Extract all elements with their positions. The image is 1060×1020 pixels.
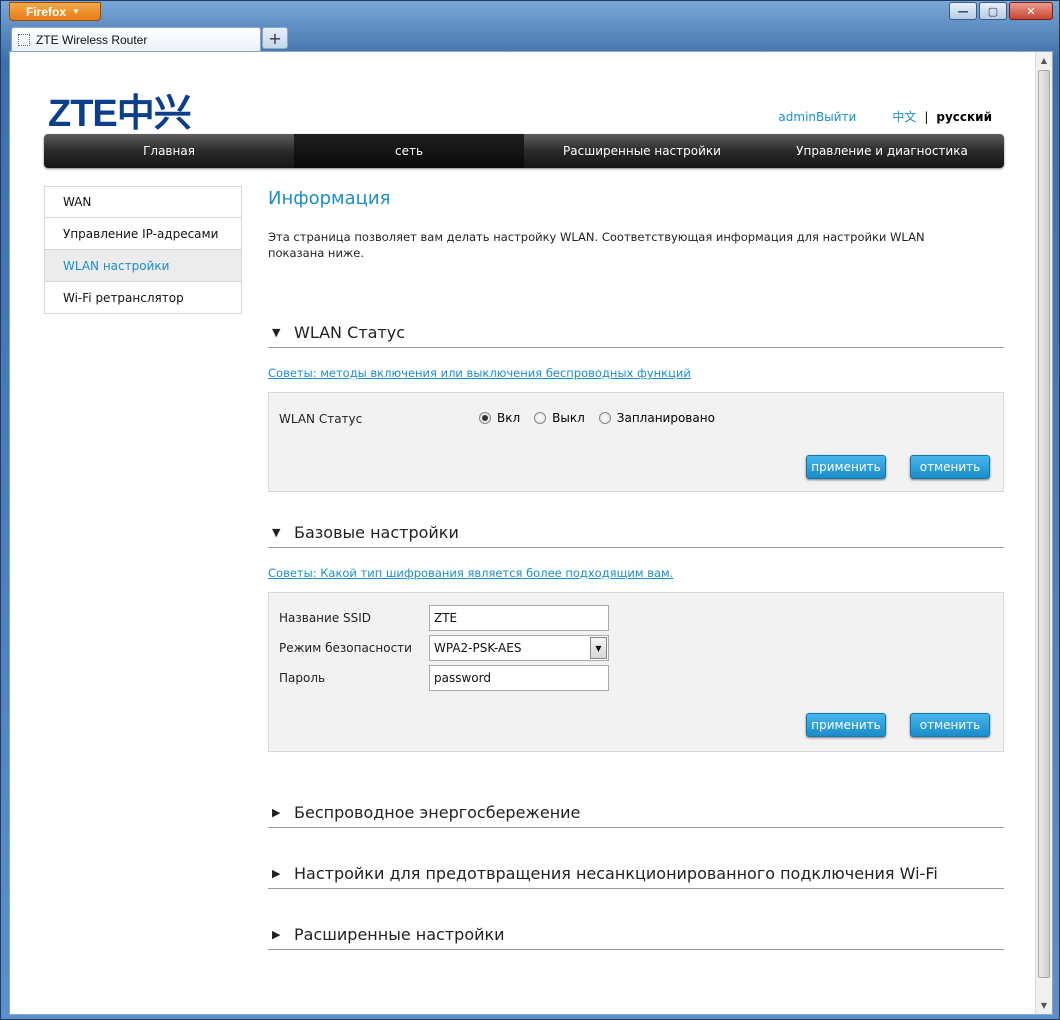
firefox-menu-button[interactable]: Firefox ▼ [9, 2, 101, 21]
security-mode-value: WPA2-PSK-AES [434, 641, 522, 655]
browser-tab[interactable]: ZTE Wireless Router [11, 27, 261, 51]
basic-apply-button[interactable]: применить [806, 713, 886, 737]
language-separator: | [924, 109, 929, 124]
router-page: ZTE中兴 adminВыйти 中文 | русский Главная се… [10, 52, 1036, 1016]
basic-settings-panel: Название SSID ZTE Режим безопасности WPA… [268, 592, 1004, 752]
chevron-down-icon: ▼ [72, 7, 80, 16]
nav-network[interactable]: сеть [294, 134, 524, 168]
section-basic-title: Базовые настройки [294, 523, 459, 542]
security-mode-label: Режим безопасности [279, 641, 412, 655]
password-label: Пароль [279, 671, 326, 685]
sidebar-item-wlan-settings[interactable]: WLAN настройки [44, 250, 242, 282]
nav-advanced[interactable]: Расширенные настройки [524, 134, 760, 168]
maximize-icon[interactable]: ▢ [979, 2, 1007, 20]
minimize-icon[interactable]: — [949, 2, 977, 20]
triangle-right-icon: ▶ [272, 806, 281, 819]
radio-on[interactable]: Вкл [479, 411, 520, 425]
security-mode-select[interactable]: WPA2-PSK-AES ▼ [429, 635, 609, 661]
page-icon [18, 33, 30, 46]
wlan-status-tip-link[interactable]: Советы: методы включения или выключения … [268, 366, 691, 380]
window-controls: — ▢ ✕ [949, 2, 1053, 20]
plus-icon: + [268, 28, 282, 48]
triangle-down-icon: ▼ [272, 326, 281, 339]
language-chinese-link[interactable]: 中文 [892, 108, 916, 125]
radio-scheduled-label: Запланировано [616, 411, 715, 425]
ssid-input[interactable]: ZTE [429, 605, 609, 631]
password-input[interactable]: password [429, 665, 609, 691]
wlan-status-label: WLAN Статус [279, 412, 363, 426]
triangle-down-icon: ▼ [272, 526, 281, 539]
section-wlan-status-title: WLAN Статус [294, 323, 405, 342]
main-content: Информация Эта страница позволяет вам де… [268, 186, 1004, 950]
page-title: Информация [268, 188, 391, 209]
section-basic-header[interactable]: ▼ Базовые настройки [268, 518, 1004, 548]
sidebar-item-ip-management[interactable]: Управление IP-адресами [44, 218, 242, 250]
triangle-right-icon: ▶ [272, 928, 281, 941]
browser-window: Firefox ▼ — ▢ ✕ ZTE Wireless Router + ZT… [0, 0, 1060, 1020]
scrollbar-thumb[interactable] [1038, 70, 1050, 978]
basic-tip-link[interactable]: Советы: Какой тип шифрования является бо… [268, 566, 673, 580]
section-power-saving-header[interactable]: ▶ Беспроводное энергосбережение [268, 798, 1004, 828]
page-description: Эта страница позволяет вам делать настро… [268, 230, 925, 260]
section-unauthorized-access-title: Настройки для предотвращения несанкциони… [294, 864, 938, 883]
basic-cancel-button[interactable]: отменить [910, 713, 990, 737]
radio-off[interactable]: Выкл [534, 411, 585, 425]
wlan-status-cancel-button[interactable]: отменить [910, 455, 990, 479]
radio-off-label: Выкл [552, 411, 585, 425]
scroll-down-icon[interactable]: ▼ [1036, 997, 1052, 1014]
sidebar-item-wan[interactable]: WAN [44, 186, 242, 218]
section-advanced-title: Расширенные настройки [294, 925, 505, 944]
top-links: adminВыйти 中文 | русский [778, 108, 992, 125]
vertical-scrollbar[interactable]: ▲ ▼ [1035, 52, 1052, 1014]
nav-management[interactable]: Управление и диагностика [760, 134, 1004, 168]
nav-home[interactable]: Главная [44, 134, 294, 168]
section-wlan-status-header[interactable]: ▼ WLAN Статус [268, 318, 1004, 348]
close-icon[interactable]: ✕ [1009, 2, 1053, 20]
logout-link[interactable]: adminВыйти [778, 110, 856, 124]
wlan-status-options: Вкл Выкл Запланировано [479, 411, 729, 425]
tab-title: ZTE Wireless Router [36, 32, 148, 47]
page-viewport: ZTE中兴 adminВыйти 中文 | русский Главная се… [9, 51, 1053, 1015]
chevron-down-icon[interactable]: ▼ [590, 637, 607, 659]
radio-scheduled-icon [598, 412, 611, 424]
sidebar-item-wifi-repeater[interactable]: Wi-Fi ретранслятор [44, 282, 242, 314]
section-power-saving-title: Беспроводное энергосбережение [294, 803, 581, 822]
zte-logo: ZTE中兴 [48, 93, 192, 135]
radio-off-icon [534, 412, 547, 424]
wlan-status-apply-button[interactable]: применить [806, 455, 886, 479]
firefox-menu-label: Firefox [26, 4, 67, 19]
main-navbar: Главная сеть Расширенные настройки Управ… [44, 134, 1004, 168]
wlan-status-panel: WLAN Статус Вкл Выкл Запланировано приме… [268, 392, 1004, 492]
radio-scheduled[interactable]: Запланировано [598, 411, 715, 425]
sidebar: WAN Управление IP-адресами WLAN настройк… [44, 186, 242, 314]
section-unauthorized-access-header[interactable]: ▶ Настройки для предотвращения несанкцио… [268, 859, 1004, 889]
radio-on-icon [479, 412, 491, 424]
scroll-up-icon[interactable]: ▲ [1036, 52, 1052, 69]
radio-on-label: Вкл [497, 411, 521, 425]
triangle-right-icon: ▶ [272, 867, 281, 880]
ssid-label: Название SSID [279, 611, 372, 625]
language-russian-link[interactable]: русский [936, 110, 992, 124]
section-advanced-header[interactable]: ▶ Расширенные настройки [268, 920, 1004, 950]
new-tab-button[interactable]: + [262, 27, 288, 49]
